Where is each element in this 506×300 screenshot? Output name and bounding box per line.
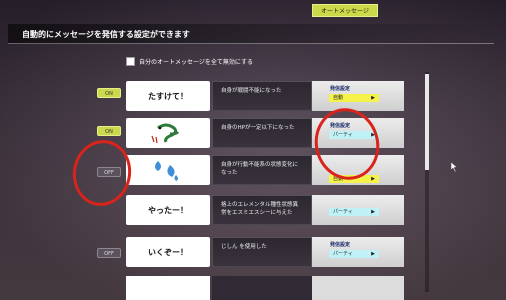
disable-all-checkbox[interactable]: 自分のオートメッセージを全て無効にする [126,57,253,66]
dropdown-arrow-icon: ▶ [371,209,375,215]
setting-panel-partial [312,276,404,300]
setting-dropdown[interactable]: 自動 ▶ [329,94,379,102]
toggle-on-button[interactable]: ON [97,126,121,136]
setting-label: 発信設定 [330,86,351,92]
condition-description: じしん を使用した [212,237,312,267]
setting-label: 発信設定 [330,242,351,248]
toggle-off-button[interactable]: OFF [97,248,121,258]
setting-dropdown[interactable]: パーティ ▶ [329,250,379,258]
setting-value: 自動 [333,95,344,101]
checkbox-box[interactable] [126,57,135,66]
setting-dropdown[interactable]: パーティ ▶ [329,208,379,216]
message-text-box[interactable]: たすけて！ [126,81,210,111]
condition-description: 自身が行動不能系の状態変化になった [212,155,312,185]
setting-panel: パーティ ▶ [312,195,404,225]
list-item: ON たすけて！ 自身が戦闘不能になった 発信設定 自動 ▶ [0,79,420,113]
page-title: 自動的にメッセージを発信する設定ができます [22,30,190,39]
setting-panel: 発信設定 パーティ ▶ [312,237,404,267]
mouse-cursor-icon [451,162,458,172]
setting-value: パーティ [333,251,353,257]
message-icon-box[interactable] [126,155,210,185]
setting-panel: 発信設定 自動 ▶ [312,81,404,111]
message-text-box-partial[interactable] [126,276,210,300]
list-item: OFF いくぞー！ じしん を使用した 発信設定 パーティ ▶ [0,235,420,269]
message-text-box[interactable]: やったー！ [126,195,210,225]
header-bar: 自動的にメッセージを発信する設定ができます [8,24,494,44]
scrollbar-thumb[interactable] [425,74,429,170]
message-text-box[interactable]: いくぞー！ [126,237,210,267]
checkbox-label: 自分のオートメッセージを全て無効にする [139,59,253,66]
dropdown-arrow-icon: ▶ [371,251,375,257]
snake-sweat-icon [151,123,180,144]
condition-description: 自身のHPが一定以下になった [212,118,312,148]
condition-description: 自身が戦闘不能になった [212,81,312,111]
condition-description: 格上のエレメンタル種性状態異常をエスミエスシーに与えた [212,195,312,225]
dropdown-arrow-icon: ▶ [371,176,375,182]
setting-value: パーティ [333,209,353,215]
list-item: やったー！ 格上のエレメンタル種性状態異常をエスミエスシーに与えた パーティ ▶ [0,193,420,227]
message-icon-box[interactable] [126,118,210,148]
condition-description-partial [212,276,312,300]
dropdown-arrow-icon: ▶ [371,95,375,101]
tab-auto-message[interactable]: オートメッセージ [312,4,378,17]
toggle-on-button[interactable]: ON [97,88,121,98]
sweat-drops-icon [155,161,178,181]
